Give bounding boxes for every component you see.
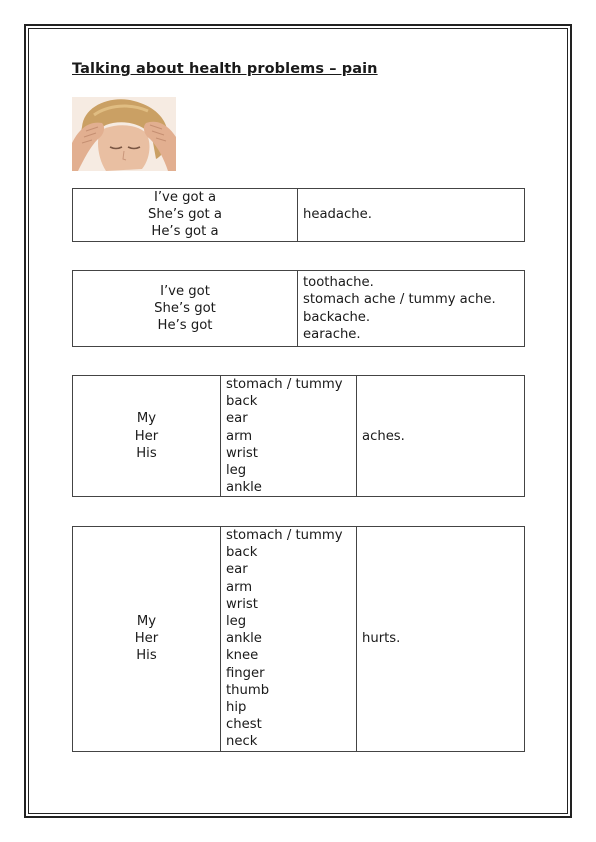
complement-line: earache.	[303, 326, 361, 342]
possessive-cell: My Her His	[72, 526, 221, 752]
body-part-line: leg	[226, 614, 247, 630]
possessive-line: Her	[134, 428, 159, 444]
headache-woman-photo	[72, 97, 176, 171]
body-part-line: arm	[226, 428, 253, 444]
subject-line: He’s got a	[151, 224, 219, 240]
headache-photo-icon	[72, 97, 176, 171]
body-part-line: stomach / tummy	[226, 528, 343, 543]
possessive-cell: My Her His	[72, 374, 221, 498]
complement-line: headache.	[303, 207, 372, 223]
possessive-line: My	[136, 614, 157, 630]
complement-line: backache.	[303, 309, 371, 325]
body-part-line: thumb	[226, 682, 270, 698]
body-part-line: knee	[226, 648, 259, 664]
page-title: Talking about health problems – pain	[72, 61, 378, 77]
verb-cell: hurts.	[356, 526, 525, 752]
body-part-line: wrist	[226, 445, 258, 461]
subject-line: I’ve got	[160, 283, 210, 299]
verb-cell: aches.	[356, 374, 525, 498]
body-part-cell: stomach / tummy back ear arm wrist leg a…	[220, 526, 357, 752]
body-part-line: arm	[226, 579, 253, 595]
subject-cell: I’ve got a She’s got a He’s got a	[72, 188, 298, 242]
subject-line: She’s got	[154, 300, 216, 316]
possessive-line: His	[136, 648, 157, 664]
verb-line: hurts.	[362, 631, 401, 647]
body-part-line: stomach / tummy	[226, 377, 343, 392]
possessive-line: His	[136, 445, 157, 461]
complement-line: stomach ache / tummy ache.	[303, 292, 496, 308]
possessive-line: My	[136, 411, 157, 427]
subject-line: He’s got	[157, 318, 213, 334]
body-part-line: chest	[226, 717, 262, 733]
verb-line: aches.	[362, 428, 405, 444]
body-part-line: ankle	[226, 480, 262, 496]
subject-line: I’ve got a	[153, 190, 217, 205]
body-part-line: finger	[226, 665, 265, 681]
body-part-cell: stomach / tummy back ear arm wrist leg a…	[220, 374, 357, 498]
aches-noun-table: I’ve got She’s got He’s got toothache. s…	[72, 270, 525, 347]
body-part-line: wrist	[226, 596, 258, 612]
complement-cell: toothache. stomach ache / tummy ache. ba…	[297, 270, 525, 347]
subject-cell: I’ve got She’s got He’s got	[72, 270, 298, 347]
possessive-line: Her	[134, 631, 159, 647]
body-part-line: back	[226, 394, 258, 410]
hurts-table: My Her His stomach / tummy back ear arm …	[72, 526, 525, 752]
body-part-line: hip	[226, 700, 247, 716]
complement-cell: headache.	[297, 188, 525, 242]
subject-line: She’s got a	[148, 207, 222, 223]
headache-table: I’ve got a She’s got a He’s got a headac…	[72, 188, 525, 242]
aches-verb-table: My Her His stomach / tummy back ear arm …	[72, 374, 525, 498]
body-part-line: ankle	[226, 631, 262, 647]
body-part-line: back	[226, 545, 258, 561]
body-part-line: ear	[226, 562, 248, 578]
complement-line: toothache.	[303, 275, 374, 291]
body-part-line: leg	[226, 463, 247, 479]
body-part-line: neck	[226, 734, 258, 750]
body-part-line: ear	[226, 411, 248, 427]
